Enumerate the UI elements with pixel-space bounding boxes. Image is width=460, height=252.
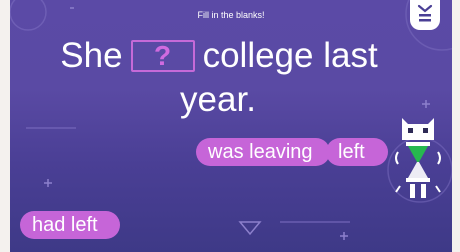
sentence-line-two: year. — [180, 80, 256, 119]
answer-blank[interactable]: ? — [130, 40, 195, 72]
option-label: had left — [32, 213, 98, 236]
game-screen: Fill in the blanks! She ? college last y… — [10, 0, 452, 252]
robot-hourglass-mascot — [395, 118, 441, 198]
sentence-words-after: college last — [202, 36, 378, 75]
menu-button[interactable] — [410, 0, 440, 30]
option-was-leaving[interactable]: was leaving — [196, 138, 330, 166]
option-label: left — [338, 140, 365, 163]
sentence-word-before: She — [60, 36, 123, 75]
option-label: was leaving — [208, 140, 313, 163]
option-had-left[interactable]: had left — [20, 211, 120, 239]
menu-icon — [417, 4, 433, 22]
option-left[interactable]: left — [326, 138, 388, 166]
sentence: She ? college last year. — [10, 34, 452, 122]
instruction-text: Fill in the blanks! — [197, 10, 265, 20]
blank-question-mark: ? — [154, 40, 172, 71]
